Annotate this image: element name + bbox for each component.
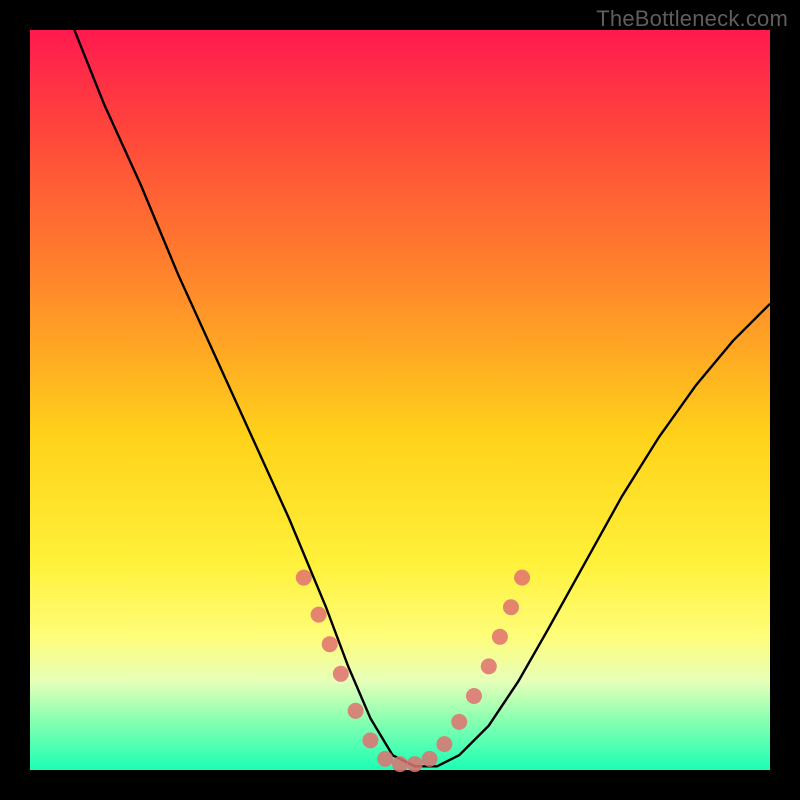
curve-dots	[296, 570, 530, 773]
chart-plot-area	[30, 30, 770, 770]
curve-dot	[362, 732, 378, 748]
curve-dot	[407, 756, 423, 772]
curve-dot	[377, 751, 393, 767]
curve-dot	[322, 636, 338, 652]
curve-line	[74, 30, 770, 766]
watermark-text: TheBottleneck.com	[596, 6, 788, 32]
curve-dot	[422, 751, 438, 767]
curve-dot	[466, 688, 482, 704]
curve-dot	[492, 629, 508, 645]
curve-dot	[333, 666, 349, 682]
curve-dot	[392, 756, 408, 772]
curve-dot	[348, 703, 364, 719]
chart-svg	[30, 30, 770, 770]
curve-dot	[503, 599, 519, 615]
curve-dot	[436, 736, 452, 752]
curve-dot	[451, 714, 467, 730]
curve-dot	[296, 570, 312, 586]
curve-dot	[311, 607, 327, 623]
curve-dot	[514, 570, 530, 586]
curve-dot	[481, 658, 497, 674]
chart-frame: TheBottleneck.com	[0, 0, 800, 800]
